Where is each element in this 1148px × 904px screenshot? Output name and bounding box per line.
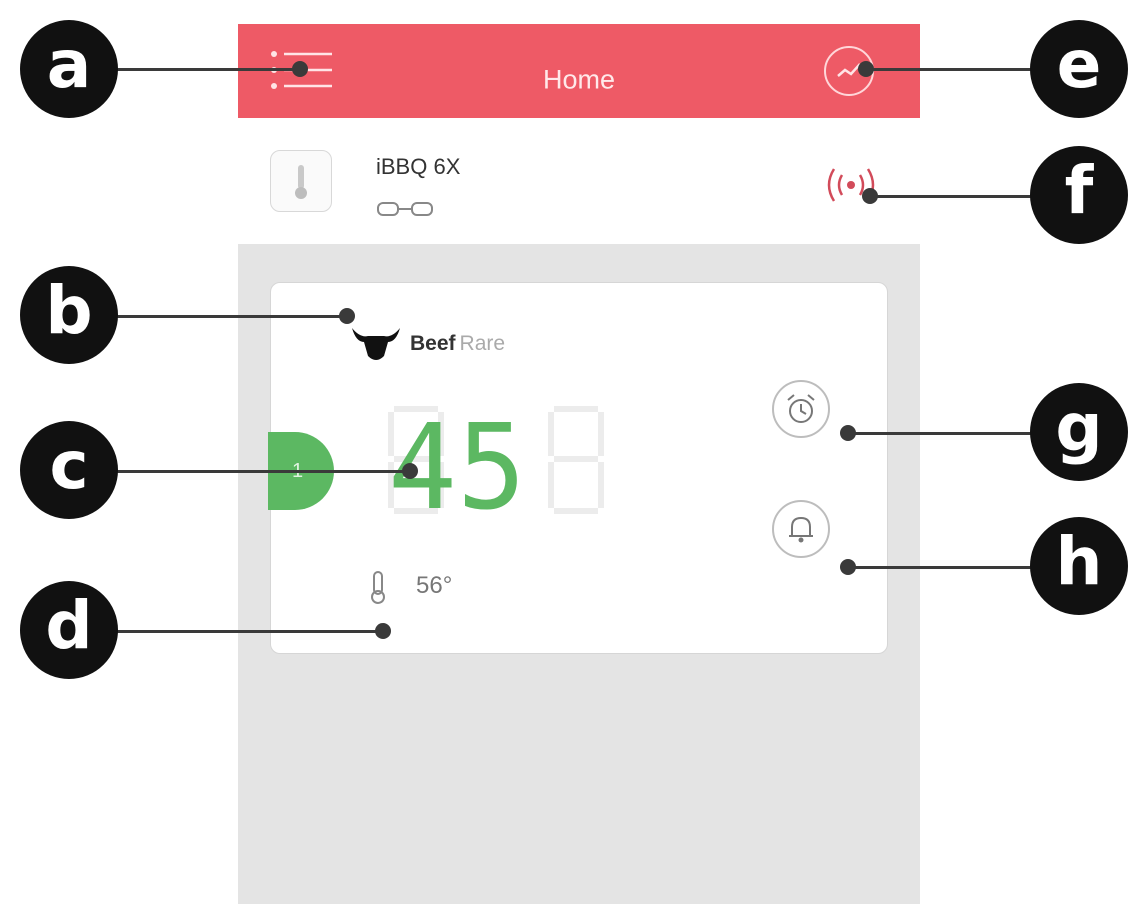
doneness-level: Rare xyxy=(459,332,506,355)
callout-line-a xyxy=(115,68,300,71)
callout-dot-a xyxy=(292,61,308,77)
device-name: iBBQ 6X xyxy=(376,154,461,179)
callout-f: f xyxy=(1030,146,1128,244)
callout-b: b xyxy=(20,266,118,364)
temperature-icon xyxy=(371,571,385,604)
callout-line-c xyxy=(115,470,410,473)
meat-label[interactable]: Beef Rare xyxy=(410,332,505,356)
callout-h: h xyxy=(1030,517,1128,615)
device-thumbnail xyxy=(270,150,332,212)
thermometer-icon xyxy=(295,165,307,199)
temperature-display: 45 xyxy=(388,404,604,516)
bell-icon xyxy=(789,516,813,543)
callout-line-b xyxy=(115,315,347,318)
callout-a: a xyxy=(20,20,118,118)
meat-type: Beef xyxy=(410,332,456,355)
callout-dot-h xyxy=(840,559,856,575)
callout-d: d xyxy=(20,581,118,679)
callout-dot-f xyxy=(862,188,878,204)
callout-line-d xyxy=(115,630,383,633)
bull-icon xyxy=(352,328,400,360)
callout-dot-g xyxy=(840,425,856,441)
current-temp: 45 xyxy=(388,404,526,516)
timer-button[interactable] xyxy=(772,380,830,438)
callout-e: e xyxy=(1030,20,1128,118)
callout-line-g xyxy=(848,432,1037,435)
callout-c: c xyxy=(20,421,118,519)
callout-line-e xyxy=(862,68,1037,71)
callout-dot-e xyxy=(858,61,874,77)
callout-dot-b xyxy=(339,308,355,324)
target-temp: 56° xyxy=(416,572,453,599)
app-header: Home xyxy=(238,24,920,118)
callout-line-f xyxy=(870,195,1037,198)
callout-line-h xyxy=(848,566,1037,569)
alarm-clock-icon xyxy=(787,394,815,423)
callout-dot-d xyxy=(375,623,391,639)
callout-dot-c xyxy=(402,463,418,479)
link-icon xyxy=(377,202,433,216)
callout-g: g xyxy=(1030,383,1128,481)
page-title: Home xyxy=(542,64,616,95)
alert-button[interactable] xyxy=(772,500,830,558)
